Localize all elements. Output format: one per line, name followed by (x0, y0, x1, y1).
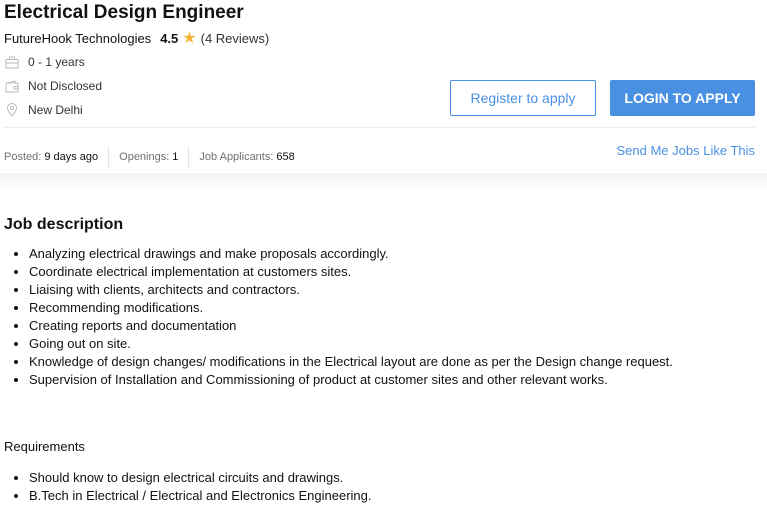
location-pin-icon (4, 102, 20, 118)
applicants-label: Job Applicants: (199, 151, 274, 163)
list-item: Liaising with clients, architects and co… (29, 281, 673, 299)
send-me-jobs-link[interactable]: Send Me Jobs Like This (617, 143, 756, 158)
rating-value: 4.5 (160, 31, 179, 46)
briefcase-icon (4, 54, 20, 70)
reviews-link[interactable]: (4 Reviews) (201, 31, 270, 47)
company-name[interactable]: FutureHook Technologies (4, 31, 151, 47)
location-row: New Delhi (4, 102, 83, 118)
experience-row: 0 - 1 years (4, 54, 85, 70)
job-description-heading: Job description (4, 216, 124, 233)
job-stats: Posted: 9 days ago Openings: 1 Job Appli… (4, 146, 295, 168)
applicants-value: 658 (276, 151, 295, 163)
openings-value: 1 (172, 151, 179, 163)
list-item: Knowledge of design changes/ modificatio… (29, 353, 673, 371)
list-item: B.Tech in Electrical / Electrical and El… (29, 487, 372, 505)
job-header-card: Electrical Design Engineer FutureHook Te… (0, 0, 767, 173)
salary-value: Not Disclosed (28, 79, 103, 93)
register-to-apply-button[interactable]: Register to apply (450, 80, 596, 116)
wallet-icon (4, 78, 20, 94)
experience-value: 0 - 1 years (28, 55, 85, 69)
requirements-list: Should know to design electrical circuit… (0, 469, 372, 505)
job-title: Electrical Design Engineer (4, 2, 244, 23)
stats-separator (188, 146, 190, 168)
company-row: FutureHook Technologies 4.5 ★ (4 Reviews… (4, 31, 269, 47)
stats-separator (108, 146, 110, 168)
list-item: Creating reports and documentation (29, 317, 673, 335)
login-to-apply-button[interactable]: LOGIN TO APPLY (610, 80, 755, 116)
location-value[interactable]: New Delhi (28, 102, 83, 118)
list-item: Should know to design electrical circuit… (29, 469, 372, 487)
list-item: Going out on site. (29, 335, 673, 353)
requirements-label: Requirements (4, 439, 85, 454)
posted-value: 9 days ago (44, 151, 99, 163)
list-item: Recommending modifications. (29, 299, 673, 317)
list-item: Supervision of Installation and Commissi… (29, 371, 673, 389)
divider (4, 127, 755, 128)
openings-label: Openings: (119, 151, 170, 163)
description-list: Analyzing electrical drawings and make p… (0, 245, 673, 389)
list-item: Analyzing electrical drawings and make p… (29, 245, 673, 263)
section-separator-band (0, 173, 767, 189)
posted-label: Posted: (4, 151, 42, 163)
salary-row: Not Disclosed (4, 78, 102, 94)
star-icon: ★ (182, 30, 197, 47)
list-item: Coordinate electrical implementation at … (29, 263, 673, 281)
